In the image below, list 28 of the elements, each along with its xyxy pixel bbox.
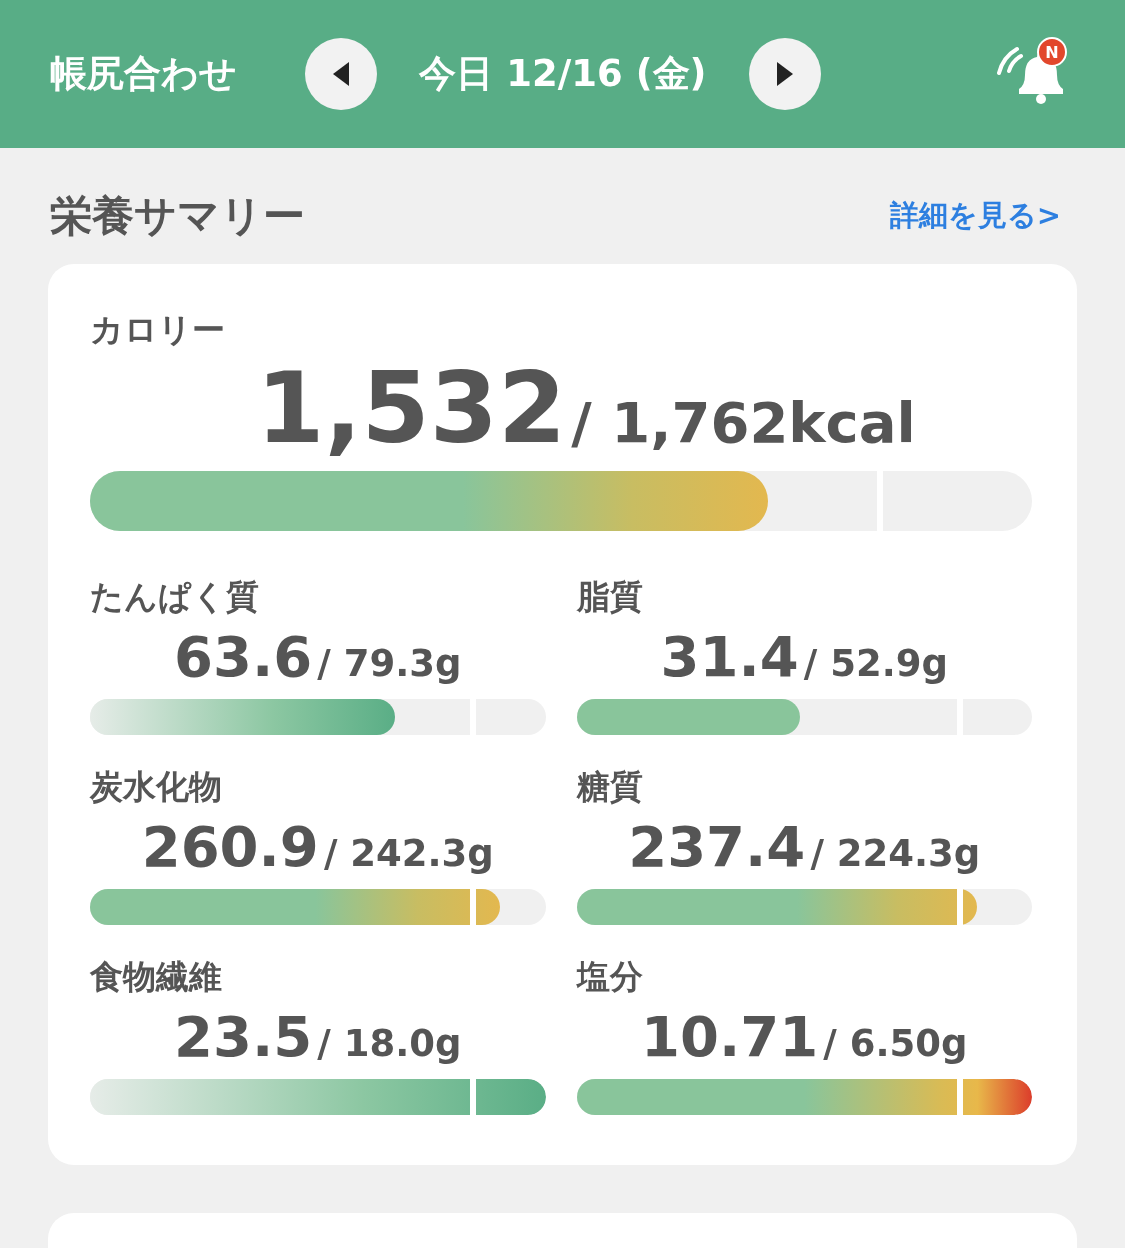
- nutrient-target: / 1,762kcal: [571, 390, 916, 455]
- nutrient-label: 糖質: [576, 766, 644, 808]
- nutrient-value: 23.5: [174, 1004, 313, 1069]
- nutrient-label: 炭水化物: [90, 766, 223, 808]
- date-label: 今日 12/16 (金): [418, 51, 708, 97]
- nutrient-target: / 18.0g: [317, 1022, 462, 1065]
- nutrient-value: 237.4: [628, 814, 806, 879]
- notification-badge: N: [1037, 37, 1067, 67]
- left-triangle-icon: [331, 61, 351, 87]
- app-title: 帳尻合わせ: [50, 51, 238, 97]
- nutrient-value: 1,532: [256, 351, 567, 465]
- nutrient-value: 31.4: [660, 624, 799, 689]
- nutrient-label: カロリー: [90, 309, 226, 351]
- nutrient-target: / 242.3g: [323, 832, 494, 875]
- nutrient-target: / 52.9g: [803, 642, 948, 685]
- nutrient-target: / 6.50g: [823, 1022, 968, 1065]
- nutrient-target: / 224.3g: [810, 832, 981, 875]
- nutrient-label: 食物繊維: [90, 956, 223, 998]
- nutrient-label: 塩分: [576, 956, 644, 998]
- nutrient-value: 63.6: [174, 624, 313, 689]
- right-triangle-icon: [775, 61, 795, 87]
- nutrient-value: 260.9: [141, 814, 319, 879]
- nutrient-value: 10.71: [641, 1004, 819, 1069]
- details-link[interactable]: 詳細を見る>: [889, 196, 1061, 236]
- nutrient-target: / 79.3g: [317, 642, 462, 685]
- section-title: 栄養サマリー: [50, 190, 305, 242]
- nutrient-label: 脂質: [576, 576, 644, 618]
- nutrient-label: たんぱく質: [90, 576, 260, 618]
